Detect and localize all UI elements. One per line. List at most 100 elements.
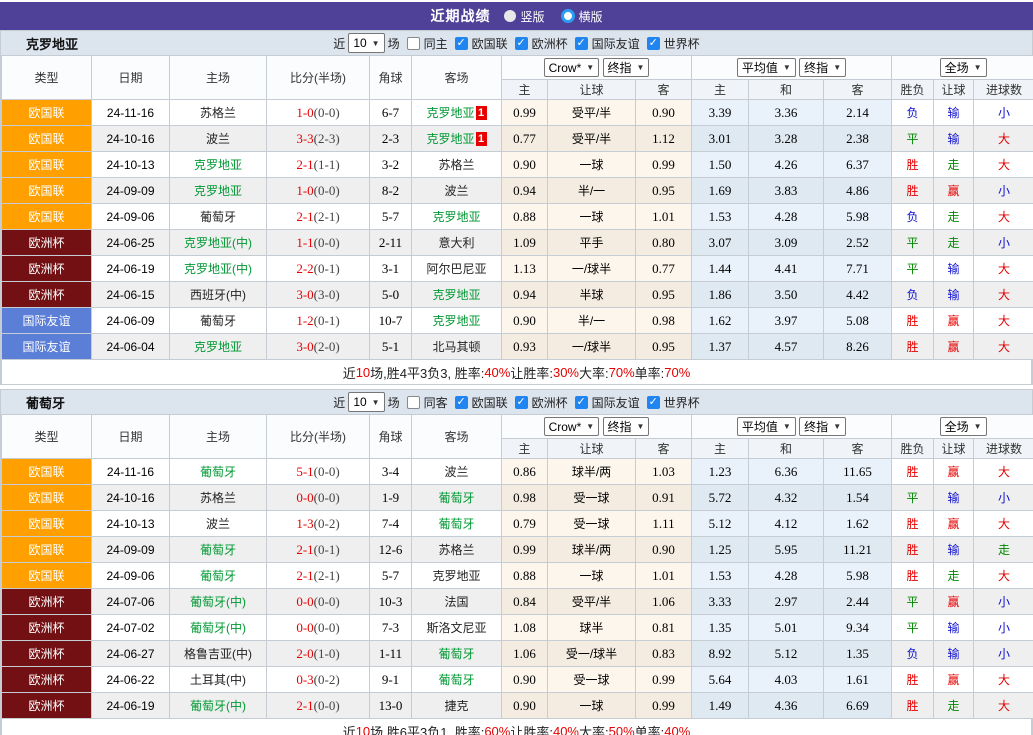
section-portugal: 葡萄牙 近 10▼ 场 同客 ✓ 欧国联 ✓ 欧洲杯 ✓ 国际友谊 ✓ 世界杯 <box>0 389 1033 735</box>
vertical-layout-option[interactable]: 竖版 <box>504 8 545 25</box>
result-goals: 小 <box>973 614 1033 641</box>
comp-checkbox-worldcup[interactable]: ✓ <box>646 395 660 409</box>
odds-away: 0.95 <box>635 281 692 308</box>
result-goals: 小 <box>973 588 1033 615</box>
radio-icon[interactable] <box>504 10 517 22</box>
halftime-score: (0-2) <box>313 515 340 531</box>
fulltime-select[interactable]: 全场 ▼ <box>939 58 987 77</box>
competition-type: 欧洲杯 <box>1 692 92 719</box>
avg-away: 2.52 <box>822 229 893 256</box>
competition-type: 欧国联 <box>1 125 92 152</box>
score: 0-0(0-0) <box>266 614 370 641</box>
fulltime-score: 0-0 <box>296 593 314 609</box>
competition-type: 欧洲杯 <box>1 614 92 641</box>
odds-away: 1.01 <box>635 562 692 589</box>
away-team-name: 葡萄牙 <box>438 647 475 661</box>
average-select[interactable]: 平均值 ▼ <box>736 58 796 77</box>
avg-away: 7.71 <box>822 255 893 282</box>
summary-segment: 近 <box>342 365 356 381</box>
avg-stage-select[interactable]: 终指 ▼ <box>799 58 847 77</box>
radio-icon[interactable] <box>560 9 575 23</box>
col-type: 类型 <box>1 55 92 100</box>
avg-stage-select[interactable]: 终指 ▼ <box>799 417 847 436</box>
comp-checkbox-nations-league[interactable]: ✓ <box>454 36 468 50</box>
summary-segment: 大率: <box>579 365 609 381</box>
corner-kicks: 10-7 <box>369 307 412 334</box>
recent-count-select[interactable]: 10 ▼ <box>348 392 385 412</box>
summary-segment: 60% <box>484 723 511 735</box>
home-team: 葡萄牙 <box>169 562 267 589</box>
corner-kicks: 3-2 <box>369 151 412 178</box>
match-date: 24-07-06 <box>91 588 170 615</box>
odds-stage-select[interactable]: 终指 ▼ <box>602 57 650 77</box>
result-handicap: 赢 <box>933 458 975 485</box>
away-team: 苏格兰 <box>411 151 502 178</box>
avg-home: 1.37 <box>691 333 749 360</box>
home-team: 土耳其(中) <box>169 666 267 693</box>
same-venue-checkbox[interactable] <box>406 395 420 409</box>
avg-away: 9.34 <box>822 614 893 641</box>
corner-kicks: 9-1 <box>369 666 412 693</box>
comp-checkbox-euro[interactable]: ✓ <box>514 395 528 409</box>
odds-home: 0.88 <box>501 562 548 589</box>
same-venue-checkbox[interactable] <box>406 36 420 50</box>
avg-away: 6.37 <box>822 151 893 178</box>
away-team-name: 克罗地亚 <box>426 132 475 146</box>
score: 2-1(0-1) <box>266 536 370 563</box>
odds-home: 0.90 <box>501 666 548 693</box>
match-date: 24-06-27 <box>91 640 170 667</box>
avg-home: 1.50 <box>691 151 749 178</box>
match-date: 24-09-06 <box>91 562 170 589</box>
home-team: 葡萄牙(中) <box>169 588 267 615</box>
summary-segment: 单率: <box>634 365 665 381</box>
avg-draw: 5.95 <box>748 536 824 563</box>
horizontal-layout-option[interactable]: 横版 <box>560 8 603 25</box>
competition-type: 欧国联 <box>1 203 92 230</box>
avg-home: 1.53 <box>691 562 749 589</box>
recent-count-select[interactable]: 10 ▼ <box>348 33 385 53</box>
col-result: 胜负 <box>891 438 935 459</box>
home-team-name: 葡萄牙(中) <box>190 699 246 713</box>
match-date: 24-06-22 <box>91 666 170 693</box>
fulltime-score: 2-1 <box>296 208 314 224</box>
comp-checkbox-worldcup[interactable]: ✓ <box>646 36 660 50</box>
topbar: 近期战绩 竖版 横版 <box>0 2 1033 30</box>
bookmaker-select[interactable]: Crow* ▼ <box>543 58 600 78</box>
col-corner: 角球 <box>369 55 412 100</box>
average-select[interactable]: 平均值 ▼ <box>736 417 796 436</box>
corner-kicks: 7-3 <box>369 614 412 641</box>
result-handicap: 走 <box>933 151 975 178</box>
away-team-name: 葡萄牙 <box>438 491 475 505</box>
summary-segment: 70% <box>608 364 635 380</box>
comp-checkbox-friendly[interactable]: ✓ <box>574 395 588 409</box>
recent-results-page: 近期战绩 竖版 横版 克罗地亚 近 10 ▼ 场 同主 ✓ 欧国联 ✓ 欧洲杯 … <box>0 0 1033 735</box>
avg-draw: 3.50 <box>748 281 824 308</box>
summary-segment: 10 <box>355 364 371 380</box>
result-handicap: 输 <box>933 614 975 641</box>
away-team: 法国 <box>411 588 502 615</box>
col-avg-away: 客 <box>822 438 893 459</box>
odds-handicap: 一/球半 <box>547 333 636 360</box>
odds-away: 1.06 <box>635 588 692 615</box>
bookmaker-select[interactable]: Crow* ▼ <box>543 417 600 437</box>
corner-kicks: 1-9 <box>369 484 412 511</box>
odds-stage-select[interactable]: 终指 ▼ <box>602 416 650 436</box>
odds-away: 0.99 <box>635 666 692 693</box>
result-handicap: 走 <box>933 692 975 719</box>
away-team-name: 克罗地亚 <box>432 288 481 302</box>
comp-checkbox-nations-league[interactable]: ✓ <box>454 395 468 409</box>
comp-label-euro: 欧洲杯 <box>531 395 568 410</box>
avg-away: 5.08 <box>822 307 893 334</box>
corner-kicks: 7-4 <box>369 510 412 537</box>
games-label: 场 <box>387 395 400 410</box>
halftime-score: (0-0) <box>313 619 340 635</box>
col-result: 胜负 <box>891 79 935 100</box>
result-outcome: 胜 <box>891 177 935 204</box>
col-home: 主场 <box>169 55 267 100</box>
away-team: 葡萄牙 <box>411 510 502 537</box>
avg-draw: 6.36 <box>748 458 824 485</box>
comp-checkbox-euro[interactable]: ✓ <box>514 36 528 50</box>
col-goals: 进球数 <box>973 438 1033 459</box>
fulltime-select[interactable]: 全场 ▼ <box>939 417 987 436</box>
comp-checkbox-friendly[interactable]: ✓ <box>574 36 588 50</box>
